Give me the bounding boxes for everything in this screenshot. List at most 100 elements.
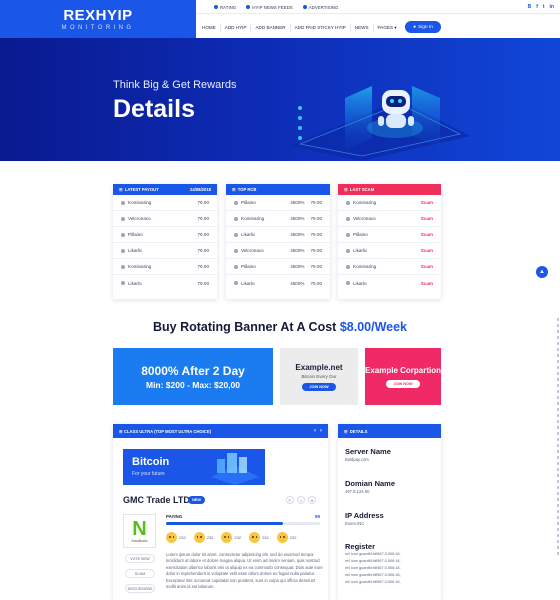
hero-subtitle: Think Big & Get Rewards: [113, 79, 237, 91]
twitter-icon[interactable]: t: [543, 4, 545, 10]
last-scam-header: ☰ LAST SCAM: [338, 184, 441, 195]
vote-now-button[interactable]: VOTE NOW: [125, 554, 155, 563]
top-rcb-header: ☰ TOP RCB: [226, 184, 330, 195]
top-link-advertising[interactable]: ADVERTISING: [302, 5, 338, 10]
megaphone-icon: [302, 5, 307, 9]
user-icon: [121, 232, 125, 237]
user-icon: [234, 264, 238, 269]
table-row[interactable]: Likarlo 79.00: [113, 275, 217, 291]
table-row[interactable]: Kominaring 4500% 79.00: [226, 211, 330, 227]
user-icon: [346, 248, 350, 253]
user-icon: [346, 264, 350, 269]
user-icon: [121, 264, 125, 269]
vote-neutral[interactable]: 232: [276, 532, 296, 543]
table-row[interactable]: Kominaring Scam: [338, 259, 441, 275]
hero-title: Details: [113, 95, 195, 123]
table-row[interactable]: Velcronaco 4500% 79.00: [226, 243, 330, 259]
paying-progress-bar: [166, 522, 320, 525]
table-row[interactable]: Likarlic Scam: [338, 243, 441, 259]
table-row[interactable]: Pillaino 79.00: [113, 227, 217, 243]
user-icon: [346, 232, 350, 237]
blogger-icon[interactable]: B: [528, 4, 532, 10]
join-now-button[interactable]: JOIN NOW: [386, 379, 420, 388]
discussions-button[interactable]: DISCUSSIONS: [125, 584, 155, 593]
banner-price: $8.00/Week: [339, 320, 407, 334]
company-name[interactable]: GMC Trade LTD.: [123, 495, 192, 505]
table-row[interactable]: Likarlo Scam: [338, 275, 441, 291]
server-illustration: [211, 453, 259, 485]
table-row[interactable]: Likarlic 79.00: [113, 243, 217, 259]
table-row[interactable]: Kominaring 79.00: [113, 259, 217, 275]
vote-love[interactable]: 232: [221, 532, 241, 543]
share-icon[interactable]: ⇱: [286, 496, 294, 504]
nav-add-hyip[interactable]: ADD HYIP: [221, 24, 252, 32]
arrow-up-icon: ▲: [539, 269, 545, 275]
vote-sad[interactable]: 232: [249, 532, 269, 543]
sign-in-button[interactable]: ● Sign In: [405, 21, 441, 33]
table-row[interactable]: Pillaino 4500% 79.00: [226, 195, 330, 211]
banner-heading: Buy Rotating Banner At A Cost $8.00/Week: [153, 320, 407, 334]
nav-add-banner[interactable]: ADD BANNER: [251, 24, 291, 32]
page-scroll-indicator[interactable]: [557, 318, 559, 558]
table-row[interactable]: Kominaring 79.00: [113, 195, 217, 211]
user-icon: [234, 248, 238, 253]
linkedin-icon[interactable]: in: [550, 4, 554, 10]
register-block: Register m/l icon guardf4:fdf567:3.506:1…: [345, 542, 401, 584]
user-icon: [346, 216, 350, 221]
user-icon: [121, 281, 125, 285]
list-icon: ☰: [119, 187, 123, 192]
last-scam-card: ☰ LAST SCAM Kominaring Scam Velcronaco Scam…: [338, 184, 441, 299]
logo[interactable]: REXHYIP MONITORING: [0, 0, 196, 38]
scam-button[interactable]: SCAM: [125, 569, 155, 578]
nav-add-paid-sticky[interactable]: ADD PAID STICKY HYIP: [291, 24, 351, 32]
logo-sub-text: MONITORING: [61, 24, 135, 31]
news-icon: [246, 5, 251, 9]
bitcoin-banner[interactable]: Bitcoin For your future: [123, 449, 265, 485]
ad-banner-example-net[interactable]: Example.net Bitcoin Every Our JOIN NOW: [280, 348, 358, 405]
nav-home[interactable]: HOME: [198, 24, 221, 32]
neutral-emoji-icon: [276, 532, 288, 543]
top-link-rating[interactable]: RATING: [214, 5, 236, 10]
user-icon: [121, 216, 125, 221]
top-rcb-card: ☰ TOP RCB Pillaino 4500% 79.00 Kominaring 45…: [226, 184, 330, 299]
paying-progress-fill: [166, 522, 284, 525]
bookmark-icon[interactable]: ★: [308, 496, 316, 504]
table-row[interactable]: Velcronaco 79.00: [113, 211, 217, 227]
ad-banner-offer[interactable]: 8000% After 2 Day Min: $200 - Max: $20,0…: [113, 348, 273, 405]
facebook-icon[interactable]: f: [536, 4, 538, 10]
smile-emoji-icon: [166, 532, 177, 543]
ad-banner-example-corp[interactable]: Example Corpartion JOIN NOW: [365, 348, 441, 405]
sad-emoji-icon: [249, 532, 261, 543]
top-link-news[interactable]: HYIP NEWS FEEDS: [246, 5, 293, 10]
table-row[interactable]: Velcronaco Scam: [338, 211, 441, 227]
heart-eyes-emoji-icon: [221, 532, 233, 543]
nav-pages[interactable]: PAGES ▾: [374, 24, 401, 32]
latest-payout-card: ☰ LATEST PAYOUT 24/08/2018 Kominaring 79.0…: [113, 184, 217, 299]
user-icon: ●: [413, 24, 416, 30]
domain-name-block: Domian Name 467.9.124.90: [345, 479, 396, 494]
logo-main-text: REXHYIP: [63, 6, 133, 24]
listing-header: ☰ CLASS ULTRA (TOP MOST ULTRA CHOICE) ‹ ›: [113, 424, 328, 438]
table-row[interactable]: Kominaring Scam: [338, 195, 441, 211]
vote-happy[interactable]: 232: [166, 532, 186, 543]
new-badge: NEW: [188, 496, 205, 504]
surprised-emoji-icon: [193, 532, 205, 543]
company-logo: N NovaBucks: [123, 514, 156, 548]
chevron-right-icon[interactable]: ›: [320, 428, 322, 434]
link-icon[interactable]: ∞: [297, 496, 305, 504]
join-now-button[interactable]: JOIN NOW: [302, 382, 336, 391]
table-row[interactable]: Likarlo 4500% 79.00: [226, 275, 330, 291]
payout-date: 24/08/2018: [190, 187, 211, 192]
chevron-left-icon[interactable]: ‹: [314, 428, 316, 434]
details-header: ☰ DETAILS: [338, 424, 441, 438]
main-nav: HOME ADD HYIP ADD BANNER ADD PAID STICKY…: [198, 22, 401, 34]
latest-payout-header: ☰ LATEST PAYOUT 24/08/2018: [113, 184, 217, 195]
scroll-top-button[interactable]: ▲: [536, 266, 548, 278]
paying-label: PAYING: [166, 514, 183, 519]
table-row[interactable]: Pillaino 4500% 79.00: [226, 259, 330, 275]
table-row[interactable]: Likarlic 4500% 79.00: [226, 227, 330, 243]
user-icon: [234, 232, 238, 237]
vote-wow[interactable]: 232: [193, 532, 213, 543]
nav-news[interactable]: NEWS: [351, 24, 374, 32]
table-row[interactable]: Pillaino Scam: [338, 227, 441, 243]
